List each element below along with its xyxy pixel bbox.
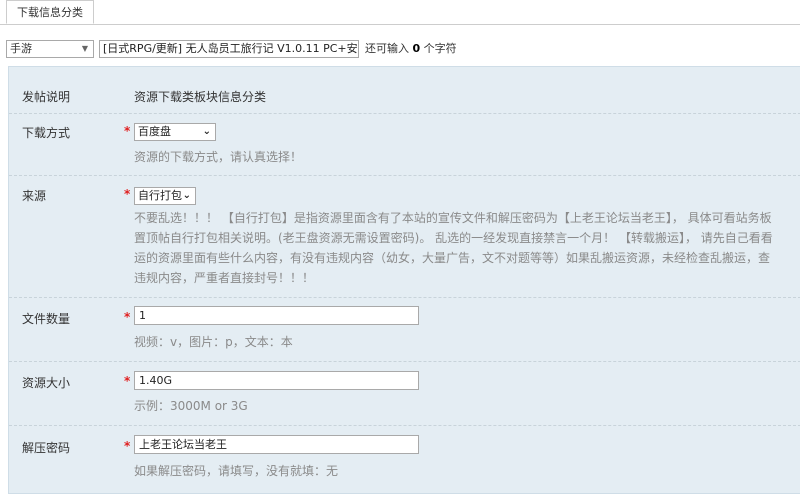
download-method-label: 下载方式 [22,126,71,140]
char-counter-suffix: 个字符 [420,42,457,55]
unzip-password-label: 解压密码 [22,441,71,455]
required-marker: * [124,374,131,388]
tab-download-info[interactable]: 下载信息分类 [6,0,94,24]
title-input-value: [日式RPG/更新] 无人岛员工旅行记 V1.0.11 PC+安卓 内 [103,42,359,55]
download-method-help: 资源的下载方式，请认真选择！ [134,150,303,164]
form-row-header: 发帖说明 资源下载类板块信息分类 [9,67,800,113]
file-count-input[interactable]: 1 [134,306,419,325]
required-marker: * [124,439,131,453]
source-select[interactable]: 自行打包 ⌄ [134,187,196,205]
category-select[interactable]: 手游 ▼ [6,40,94,58]
form-row-resource-size: 资源大小 * 1.40G 示例：3000M or 3G [9,361,800,426]
download-method-select[interactable]: 百度盘 ⌄ [134,123,216,141]
form-row-file-count: 文件数量 * 1 视频：v，图片：p，文本：本 [9,297,800,362]
chevron-down-icon: ⌄ [202,126,211,137]
source-help-line: 不要乱选！！！ 【自行打包】是指资源里面含有了本站的宣传文件和解压密码为【上老王… [134,211,772,225]
char-counter-prefix: 还可输入 [365,42,413,55]
unzip-password-input[interactable]: 上老王论坛当老王 [134,435,419,454]
source-help-line: 违规内容，严重者直接封号！！！ [134,271,315,285]
resource-size-help: 示例：3000M or 3G [134,399,248,413]
resource-size-input[interactable]: 1.40G [134,371,419,390]
category-select-value: 手游 [10,42,32,55]
form-panel: 发帖说明 资源下载类板块信息分类 下载方式 * 百度盘 ⌄ 资源的下载方式，请认… [8,66,800,494]
char-counter: 还可输入 0 个字符 [365,40,457,58]
form-row-source: 来源 * 自行打包 ⌄ 不要乱选！！！ 【自行打包】是指资源里面含有了本站的宣传… [9,175,800,298]
resource-size-value: 1.40G [139,374,173,387]
header-description: 资源下载类板块信息分类 [134,90,267,104]
unzip-password-help: 如果解压密码，请填写，没有就填：无 [134,464,339,478]
tab-label: 下载信息分类 [17,6,83,19]
source-label: 来源 [22,189,47,203]
chevron-down-icon: ▼ [81,44,88,53]
source-help-line: 置顶帖自行打包相关说明。(老王盘资源无需设置密码)。 乱选的一经发现直接禁言一个… [134,231,773,245]
form-row-unzip-password: 解压密码 * 上老王论坛当老王 如果解压密码，请填写，没有就填：无 [9,425,800,496]
required-marker: * [124,187,131,201]
header-label: 发帖说明 [22,90,71,104]
file-count-value: 1 [139,309,146,322]
chevron-down-icon: ⌄ [182,190,191,201]
file-count-label: 文件数量 [22,312,71,326]
file-count-help: 视频：v，图片：p，文本：本 [134,335,293,349]
form-row-download-method: 下载方式 * 百度盘 ⌄ 资源的下载方式，请认真选择！ [9,113,800,176]
char-counter-count: 0 [412,42,421,55]
download-method-value: 百度盘 [138,125,171,138]
title-input[interactable]: [日式RPG/更新] 无人岛员工旅行记 V1.0.11 PC+安卓 内 [99,40,359,58]
source-help: 不要乱选！！！ 【自行打包】是指资源里面含有了本站的宣传文件和解压密码为【上老王… [134,208,800,288]
unzip-password-value: 上老王论坛当老王 [139,438,227,451]
resource-size-label: 资源大小 [22,376,71,390]
required-marker: * [124,310,131,324]
source-value: 自行打包 [138,189,182,202]
source-help-line: 运的资源里面有些什么内容，有没有违规内容（幼女，大量广告，文不对题等等）如果乱搬… [134,251,771,265]
required-marker: * [124,124,131,138]
tab-bar: 下载信息分类 [0,0,800,25]
